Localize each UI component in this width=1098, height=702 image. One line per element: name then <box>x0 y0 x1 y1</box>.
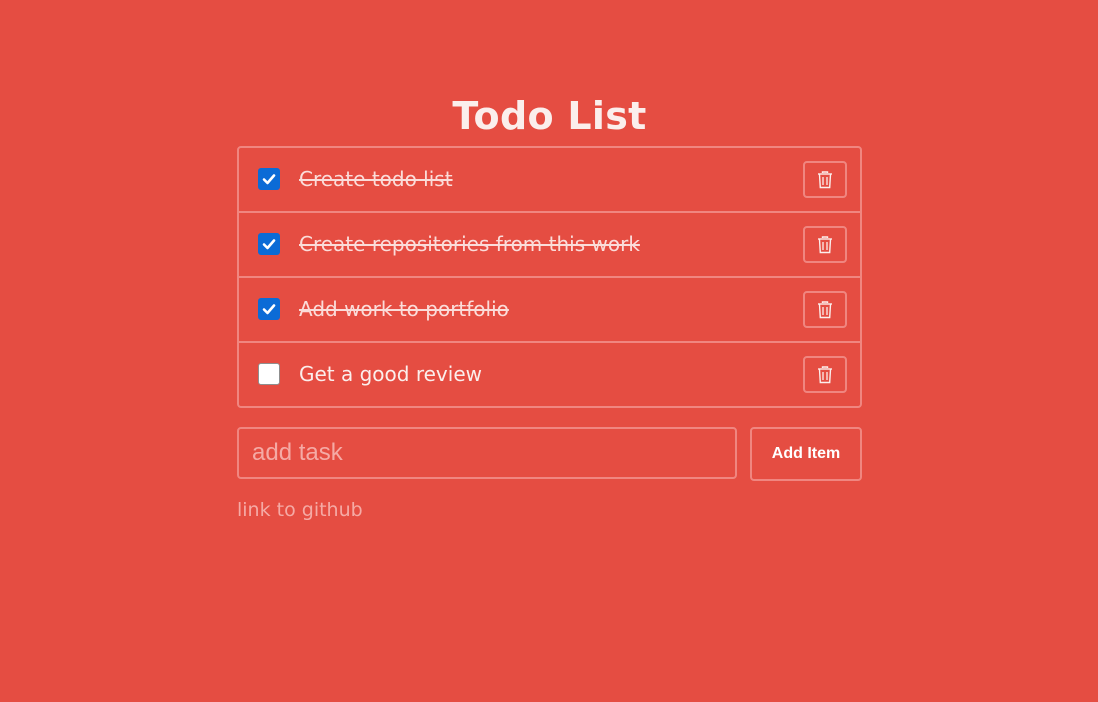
todo-checkbox[interactable] <box>258 363 280 385</box>
delete-button[interactable] <box>803 356 847 393</box>
check-icon <box>262 304 276 315</box>
check-icon <box>262 239 276 250</box>
todo-checkbox[interactable] <box>258 168 280 190</box>
add-item-button[interactable]: Add Item <box>750 427 862 481</box>
delete-button[interactable] <box>803 161 847 198</box>
delete-button[interactable] <box>803 291 847 328</box>
todo-label: Get a good review <box>299 362 482 386</box>
add-task-input[interactable] <box>237 427 737 479</box>
todo-item: Create todo list <box>239 148 860 213</box>
trash-icon <box>818 171 832 189</box>
check-icon <box>262 174 276 185</box>
trash-icon <box>818 236 832 254</box>
page-title: Todo List <box>452 94 647 138</box>
todo-item: Get a good review <box>239 343 860 406</box>
todo-list: Create todo list Create repositories fro… <box>237 146 862 408</box>
todo-checkbox[interactable] <box>258 233 280 255</box>
todo-label: Add work to portfolio <box>299 297 509 321</box>
todo-checkbox[interactable] <box>258 298 280 320</box>
trash-icon <box>818 301 832 319</box>
todo-item: Create repositories from this work <box>239 213 860 278</box>
add-task-form: Add Item <box>237 427 862 481</box>
todo-app: Todo List Create todo list Create reposi… <box>237 87 862 521</box>
todo-label: Create repositories from this work <box>299 232 640 256</box>
github-link[interactable]: link to github <box>237 498 363 522</box>
todo-item: Add work to portfolio <box>239 278 860 343</box>
trash-icon <box>818 366 832 384</box>
delete-button[interactable] <box>803 226 847 263</box>
todo-label: Create todo list <box>299 167 453 191</box>
